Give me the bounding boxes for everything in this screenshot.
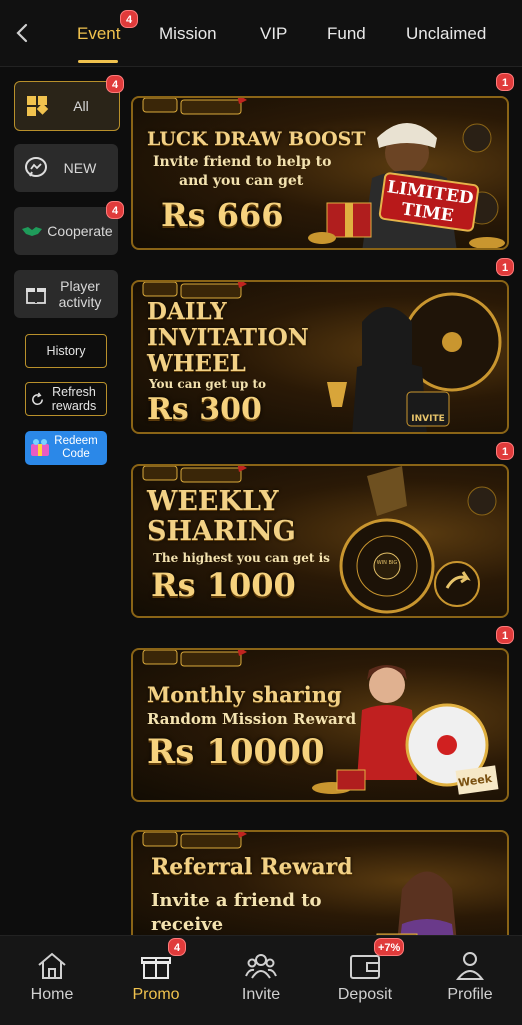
bottom-navigation: Home Promo 4 Invite Deposit +7% Profile <box>0 935 522 1025</box>
sidebar-item-player-activity[interactable]: Player activity <box>14 270 118 318</box>
banner-amount: Rs 1000 <box>151 566 296 604</box>
handshake-icon <box>22 227 42 236</box>
invite-tag: INVITE <box>411 414 444 424</box>
nav-home[interactable]: Home <box>0 944 104 1014</box>
banner-weekly-sharing[interactable]: WEEKLY SHARING The highest you can get i… <box>131 464 509 618</box>
er666-logo <box>142 282 247 299</box>
sidebar-item-label: Player activity <box>58 278 102 310</box>
grid-icon <box>27 96 49 116</box>
active-tab-indicator <box>78 60 118 63</box>
redeem-code-button[interactable]: Redeem Code <box>25 431 107 465</box>
banner-amount: Rs 666 <box>161 196 284 234</box>
promo-badge: 4 <box>168 938 186 956</box>
banner-amount: Rs 10000 <box>147 732 325 772</box>
refresh-icon <box>32 392 43 405</box>
banner-title-line3: WHEEL <box>147 350 246 377</box>
home-icon <box>38 952 66 979</box>
nav-label: Invite <box>241 986 281 1003</box>
tab-vip[interactable]: VIP <box>260 24 287 44</box>
nav-label: Profile <box>447 986 493 1003</box>
banner-badge: 1 <box>496 442 514 460</box>
banner-subtitle: and you can get <box>179 173 304 189</box>
character-art: Week <box>312 665 499 795</box>
history-button[interactable]: History <box>25 334 107 368</box>
wheel-art: WIN BIG <box>339 466 497 614</box>
tab-event-badge: 4 <box>120 10 138 28</box>
sidebar-item-label: NEW <box>63 160 97 176</box>
nav-label: Deposit <box>337 986 393 1003</box>
banner-badge: 1 <box>496 73 514 91</box>
sidebar-cooperate-badge: 4 <box>106 201 124 219</box>
back-arrow-icon[interactable] <box>10 20 36 46</box>
sidebar-item-cooperate[interactable]: Cooperate <box>14 207 118 255</box>
refresh-rewards-label: Refresh rewards <box>51 385 97 413</box>
messenger-icon <box>25 157 47 177</box>
sidebar-all-badge: 4 <box>106 75 124 93</box>
tab-unclaimed[interactable]: Unclaimed <box>406 24 486 44</box>
banner-subtitle: The highest you can get is <box>153 551 330 565</box>
banner-subtitle: You can get up to <box>149 377 266 391</box>
banner-monthly-sharing[interactable]: Monthly sharing Random Mission Reward Rs… <box>131 648 509 802</box>
nav-label: Promo <box>132 986 180 1003</box>
person-icon <box>455 952 485 980</box>
banner-badge: 1 <box>496 258 514 276</box>
banner-amount: Rs 300 <box>147 392 262 427</box>
sidebar-item-all[interactable]: All <box>14 81 120 131</box>
banner-title-line1: DAILY <box>147 298 227 325</box>
er666-logo <box>142 650 247 667</box>
er666-logo <box>142 466 247 483</box>
banner-daily-invitation-wheel[interactable]: DAILY INVITATION WHEEL You can get up to… <box>131 280 509 434</box>
banner-referral-reward[interactable]: Referral Reward Invite a friend to recei… <box>131 830 509 940</box>
er666-logo <box>142 98 247 115</box>
banner-title-line2: SHARING <box>147 516 296 547</box>
users-icon <box>245 954 277 979</box>
sidebar-item-new[interactable]: NEW <box>14 144 118 192</box>
banner-subtitle: Invite friend to help to <box>153 154 332 170</box>
banner-subtitle: Invite a friend to <box>151 890 322 911</box>
banner-subtitle: receive <box>151 914 224 935</box>
nav-deposit[interactable]: Deposit <box>313 944 417 1014</box>
redeem-gift-icon <box>31 439 49 456</box>
top-tab-bar: Event 4 Mission VIP Fund Unclaimed <box>0 0 522 67</box>
nav-invite[interactable]: Invite <box>209 944 313 1014</box>
nav-promo[interactable]: Promo <box>104 944 208 1014</box>
tab-event[interactable]: Event <box>77 24 120 44</box>
banner-luck-draw-boost[interactable]: LUCK DRAW BOOST Invite friend to help to… <box>131 96 509 250</box>
redeem-code-label: Redeem Code <box>54 435 98 460</box>
sidebar-item-label: Cooperate <box>47 223 113 239</box>
banner-title-line2: INVITATION <box>147 324 309 351</box>
nav-label: Home <box>30 986 74 1003</box>
banner-badge: 1 <box>496 626 514 644</box>
tab-fund[interactable]: Fund <box>327 24 366 44</box>
character-art <box>376 871 457 940</box>
er666-logo <box>142 832 247 849</box>
refresh-rewards-button[interactable]: Refresh rewards <box>25 382 107 416</box>
sidebar-item-label: All <box>73 98 89 114</box>
banner-title-line1: WEEKLY <box>147 486 279 517</box>
character-art: INVITE <box>327 292 502 432</box>
tab-mission[interactable]: Mission <box>159 24 217 44</box>
gift-box-icon <box>26 288 46 304</box>
category-sidebar: All 4 NEW Cooperate 4 Player activity Hi… <box>0 67 130 935</box>
deposit-badge: +7% <box>374 938 405 956</box>
nav-profile[interactable]: Profile <box>418 944 522 1014</box>
wheel-label: WIN BIG <box>377 560 398 566</box>
